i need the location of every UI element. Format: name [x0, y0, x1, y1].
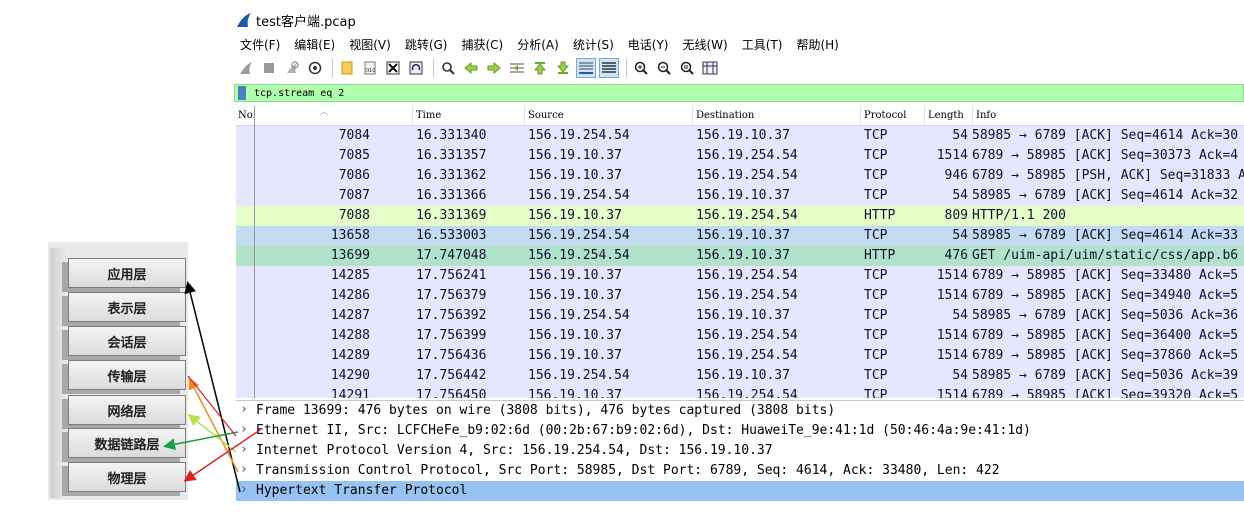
colorize-icon[interactable]	[599, 58, 619, 78]
display-filter-bar[interactable]: tcp.stream eq 2	[234, 84, 1244, 102]
menu-wireless[interactable]: 无线(W)	[683, 36, 728, 53]
arrow-ip-to-network	[187, 414, 237, 453]
table-row-selected[interactable]: 13699 17.747048 156.19.254.54 156.19.10.37 H…	[236, 246, 1244, 266]
table-row[interactable]: 14285 17.756241 156.19.10.37 156.19.254.54 T…	[236, 266, 1244, 286]
col-destination[interactable]: Destination	[696, 110, 754, 121]
menu-bar: 文件(F) 编辑(E) 视图(V) 跳转(G) 捕获(C) 分析(A) 统计(S…	[232, 34, 1244, 54]
stop-capture-icon[interactable]	[259, 58, 279, 78]
toolbar-separator	[433, 59, 434, 77]
menu-capture[interactable]: 捕获(C)	[461, 36, 503, 53]
zoom-reset-icon[interactable]	[677, 58, 697, 78]
table-row[interactable]: 7087 16.331366 156.19.254.54 156.19.10.37 TC…	[236, 186, 1244, 206]
menu-analyze[interactable]: 分析(A)	[517, 36, 559, 53]
menu-help[interactable]: 帮助(H)	[796, 36, 838, 53]
detail-ipv4[interactable]: › Internet Protocol Version 4, Src: 156.1…	[236, 441, 1244, 461]
toolbar-separator	[332, 59, 333, 77]
title-bar: test客户端.pcap	[232, 8, 1244, 32]
table-row[interactable]: 14289 17.756436 156.19.10.37 156.19.254.54 T…	[236, 346, 1244, 366]
col-time[interactable]: Time	[416, 110, 441, 121]
col-length[interactable]: Length	[928, 110, 964, 121]
osi-side-strip	[50, 248, 68, 498]
table-row[interactable]: 14288 17.756399 156.19.10.37 156.19.254.54 T…	[236, 326, 1244, 346]
go-forward-icon[interactable]	[484, 58, 504, 78]
column-divider[interactable]	[860, 106, 861, 126]
osi-layer-network: 网络层	[68, 395, 186, 425]
table-row[interactable]: 7084 16.331340 156.19.254.54 156.19.10.37 TC…	[236, 126, 1244, 146]
resize-columns-icon[interactable]	[700, 58, 720, 78]
detail-ethernet[interactable]: › Ethernet II, Src: LCFCHeFe_b9:02:6d (00…	[236, 421, 1244, 441]
table-row[interactable]: 14290 17.756442 156.19.254.54 156.19.10.37 T…	[236, 366, 1244, 386]
col-source[interactable]: Source	[528, 110, 564, 121]
go-first-icon[interactable]	[530, 58, 550, 78]
window-title: test客户端.pcap	[256, 14, 356, 30]
go-back-icon[interactable]	[461, 58, 481, 78]
wireshark-fin-icon	[237, 13, 251, 27]
col-protocol[interactable]: Protocol	[864, 110, 906, 121]
osi-model-figure: 应用层 表示层 会话层 传输层 网络层 数据链路层 物理层	[44, 240, 190, 502]
table-row[interactable]: 13658 16.533003 156.19.254.54 156.19.10.37 T…	[236, 226, 1244, 246]
menu-telephony[interactable]: 电话(Y)	[628, 36, 669, 53]
packet-list: ︿ No. Time Source Destination Protocol L…	[236, 106, 1244, 398]
packet-details-pane: › Frame 13699: 476 bytes on wire (3808 bi…	[236, 400, 1244, 516]
osi-layer-physical: 物理层	[68, 462, 186, 492]
save-file-icon[interactable]: 010	[360, 58, 380, 78]
chevron-right-icon[interactable]: ›	[240, 482, 248, 497]
conversation-line	[254, 106, 255, 398]
start-capture-icon[interactable]	[236, 58, 256, 78]
arrow-frame-cross	[187, 375, 237, 437]
find-packet-icon[interactable]	[438, 58, 458, 78]
toolbar-separator	[626, 59, 627, 77]
chevron-right-icon[interactable]: ›	[240, 422, 248, 437]
table-row[interactable]: 14291 17.756450 156.19.10.37 156.19.254.54 T…	[236, 386, 1244, 398]
osi-layer-session: 会话层	[68, 326, 186, 356]
display-filter-input[interactable]: tcp.stream eq 2	[254, 88, 344, 99]
menu-tools[interactable]: 工具(T)	[742, 36, 783, 53]
menu-view[interactable]: 视图(V)	[349, 36, 391, 53]
menu-statistics[interactable]: 统计(S)	[573, 36, 614, 53]
packet-rows: 7084 16.331340 156.19.254.54 156.19.10.37 TC…	[236, 126, 1244, 398]
table-row[interactable]: 7086 16.331362 156.19.10.37 156.19.254.54 TC…	[236, 166, 1244, 186]
table-row[interactable]: 14287 17.756392 156.19.254.54 156.19.10.37 T…	[236, 306, 1244, 326]
svg-text:010: 010	[366, 68, 376, 74]
detail-http[interactable]: › Hypertext Transfer Protocol	[236, 481, 1244, 501]
reload-file-icon[interactable]	[406, 58, 426, 78]
table-row[interactable]: 14286 17.756379 156.19.10.37 156.19.254.54 T…	[236, 286, 1244, 306]
open-file-icon[interactable]	[337, 58, 357, 78]
zoom-out-icon[interactable]	[654, 58, 674, 78]
column-divider[interactable]	[924, 106, 925, 126]
wireshark-window: test客户端.pcap 文件(F) 编辑(E) 视图(V) 跳转(G) 捕获(…	[232, 0, 1244, 516]
go-to-packet-icon[interactable]	[507, 58, 527, 78]
menu-go[interactable]: 跳转(G)	[405, 36, 448, 53]
close-file-icon[interactable]	[383, 58, 403, 78]
column-divider[interactable]	[972, 106, 973, 126]
restart-capture-icon[interactable]	[282, 58, 302, 78]
column-divider[interactable]	[524, 106, 525, 126]
menu-file[interactable]: 文件(F)	[240, 36, 280, 53]
menu-edit[interactable]: 编辑(E)	[294, 36, 335, 53]
chevron-right-icon[interactable]: ›	[240, 402, 248, 417]
main-toolbar: 010	[232, 56, 1244, 80]
table-row[interactable]: 7085 16.331357 156.19.10.37 156.19.254.54 TC…	[236, 146, 1244, 166]
go-last-icon[interactable]	[553, 58, 573, 78]
table-row[interactable]: 7088 16.331369 156.19.10.37 156.19.254.54 HT…	[236, 206, 1244, 226]
capture-options-icon[interactable]	[305, 58, 325, 78]
auto-scroll-icon[interactable]	[576, 58, 596, 78]
chevron-right-icon[interactable]: ›	[240, 462, 248, 477]
column-divider[interactable]	[692, 106, 693, 126]
packet-list-header: ︿ No. Time Source Destination Protocol L…	[236, 106, 1244, 126]
chevron-right-icon[interactable]: ›	[240, 442, 248, 457]
zoom-in-icon[interactable]	[631, 58, 651, 78]
osi-layer-presentation: 表示层	[68, 292, 186, 322]
osi-layer-application: 应用层	[68, 258, 186, 288]
column-divider[interactable]	[412, 106, 413, 126]
detail-frame[interactable]: › Frame 13699: 476 bytes on wire (3808 bi…	[236, 401, 1244, 421]
sort-arrow-icon: ︿	[320, 107, 328, 116]
arrow-tcp-to-transport	[188, 377, 239, 473]
detail-tcp[interactable]: › Transmission Control Protocol, Src Port…	[236, 461, 1244, 481]
filter-bookmark-icon[interactable]	[238, 86, 246, 100]
osi-layer-transport: 传输层	[68, 360, 186, 390]
col-info[interactable]: Info	[976, 110, 996, 121]
osi-layer-datalink: 数据链路层	[68, 428, 186, 458]
